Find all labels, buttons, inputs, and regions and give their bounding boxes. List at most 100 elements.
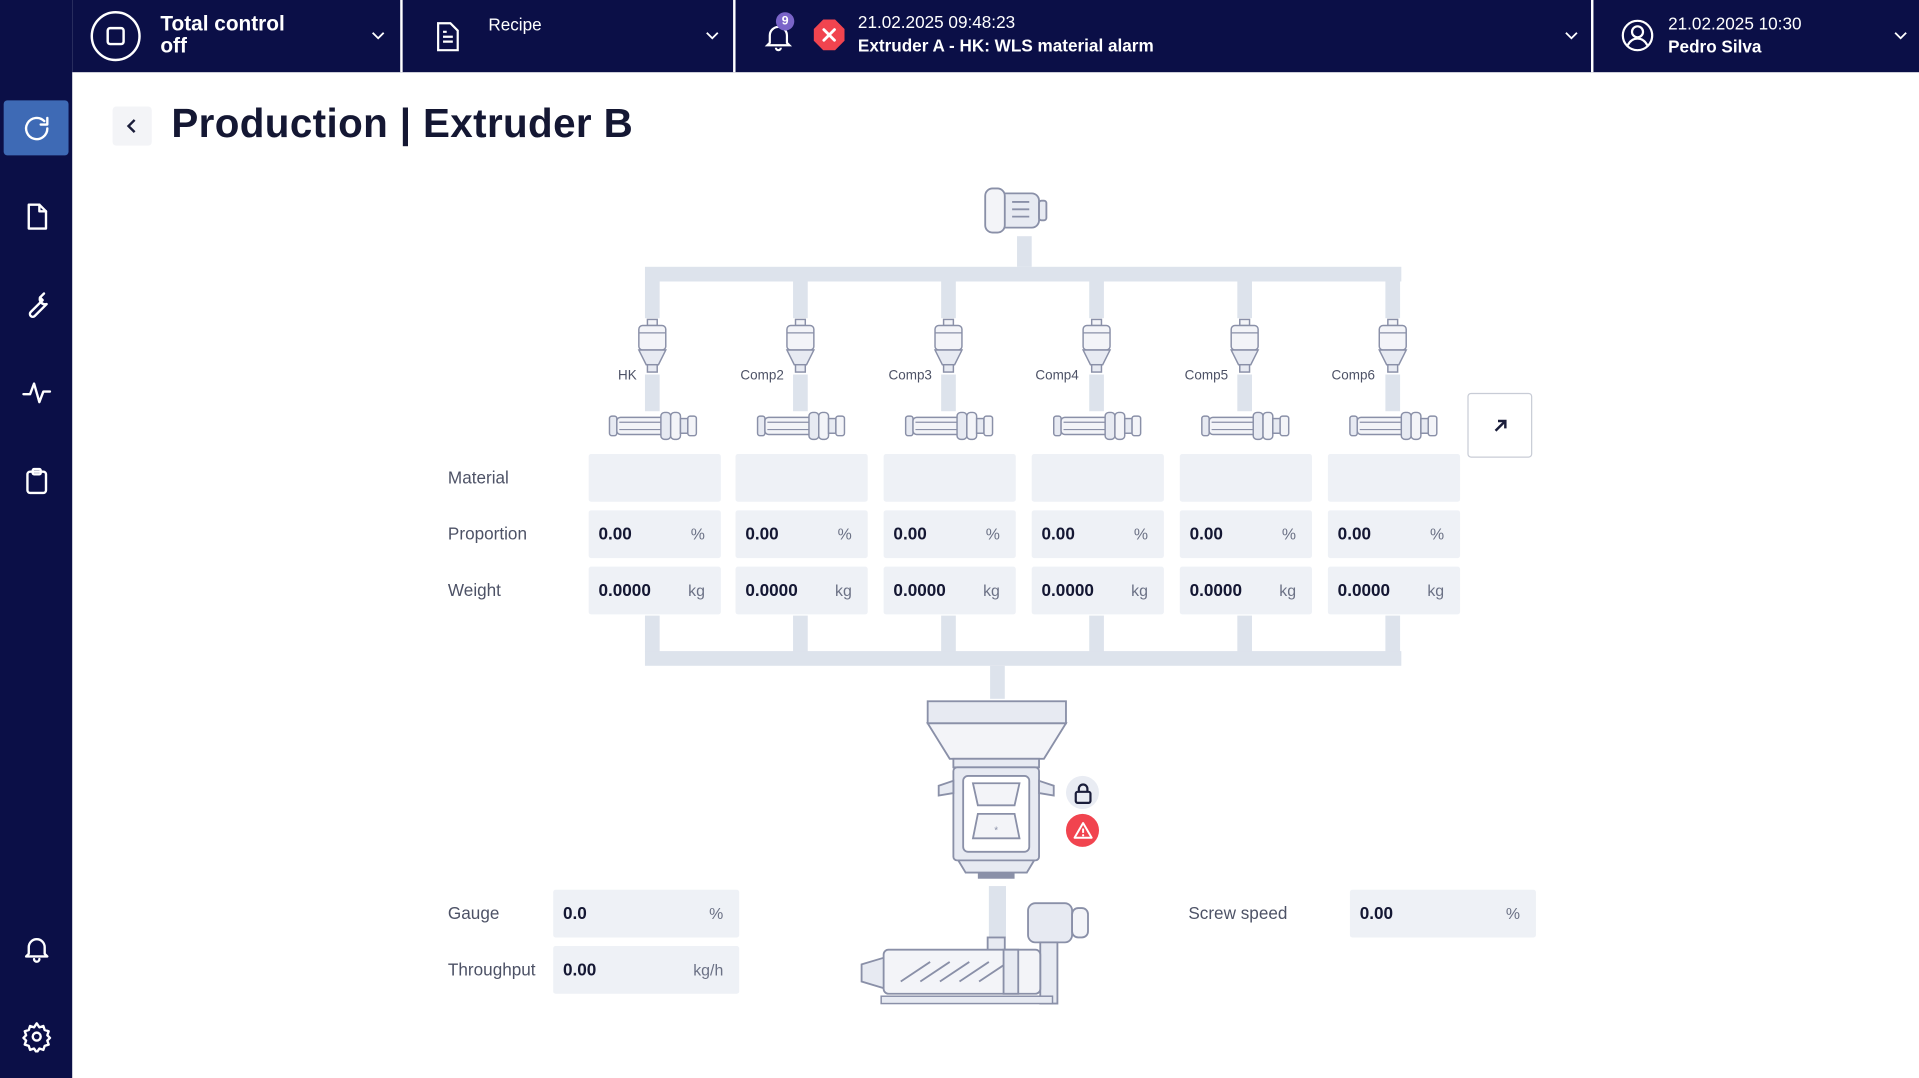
weight-value: 0.0000 — [1337, 580, 1391, 600]
current-time: 21.02.2025 10:30 — [1668, 13, 1802, 34]
back-button[interactable] — [112, 106, 152, 146]
weight-value: 0.0000 — [745, 580, 798, 600]
open-detail-button[interactable] — [1467, 392, 1533, 458]
lock-button[interactable] — [1065, 775, 1100, 809]
material-hopper-icon — [637, 318, 667, 373]
top-bar: Total control off Recipe 9 21.02.2025 09… — [72, 0, 1919, 73]
weight-unit: kg — [1427, 581, 1445, 600]
dosing-screw-icon — [1201, 411, 1290, 441]
pipe-segment — [1237, 281, 1252, 319]
proportion-field[interactable]: 0.00% — [588, 510, 721, 559]
warning-button[interactable] — [1065, 813, 1100, 847]
proportion-field[interactable]: 0.00% — [1327, 510, 1461, 559]
warning-triangle-icon — [1072, 822, 1093, 839]
alarm-error-icon — [813, 19, 845, 51]
proportion-field[interactable]: 0.00% — [1179, 510, 1312, 559]
proportion-unit: % — [1133, 525, 1148, 544]
sidebar-item-notifications[interactable] — [4, 920, 69, 975]
component-label: Comp4 — [1035, 368, 1079, 384]
weight-unit: kg — [688, 581, 705, 600]
throughput-field[interactable]: 0.00 kg/h — [553, 946, 740, 994]
material-field[interactable] — [588, 454, 721, 502]
sidebar-item-settings[interactable] — [4, 1008, 69, 1063]
weight-unit: kg — [834, 581, 852, 600]
proportion-unit: % — [1429, 525, 1445, 544]
proportion-field[interactable]: 0.00% — [735, 510, 868, 559]
bell-icon — [24, 937, 48, 963]
weight-field[interactable]: 0.0000 kg — [588, 566, 721, 615]
material-field[interactable] — [1031, 454, 1164, 502]
proportion-value: 0.00 — [1041, 523, 1075, 544]
weight-value: 0.0000 — [1189, 580, 1242, 600]
svg-text:*: * — [994, 825, 998, 836]
sidebar-item-activity[interactable] — [4, 365, 69, 420]
weight-field[interactable]: 0.0000 kg — [735, 566, 868, 615]
pipe-segment — [1089, 374, 1104, 412]
dosing-screw-icon — [608, 411, 698, 441]
weight-field[interactable]: 0.0000 kg — [1031, 566, 1164, 615]
alarm-timestamp: 21.02.2025 09:48:23 — [857, 12, 1016, 32]
recipe-label: Recipe — [488, 14, 542, 35]
proportion-value: 0.00 — [745, 523, 779, 544]
weight-field[interactable]: 0.0000 kg — [1179, 566, 1312, 615]
gauge-field[interactable]: 0.0 % — [553, 889, 740, 938]
proportion-unit: % — [985, 525, 1000, 544]
sidebar-item-production[interactable] — [3, 100, 69, 156]
component-label: Comp6 — [1331, 368, 1375, 384]
total-control-dropdown[interactable]: Total control off — [72, 0, 400, 72]
total-control-label: Total control off — [160, 12, 285, 58]
recipe-document-icon — [437, 22, 459, 52]
material-field[interactable] — [1179, 454, 1312, 502]
screw-speed-value: 0.00 — [1359, 903, 1394, 923]
gauge-label: Gauge — [447, 903, 500, 923]
pipe-segment — [644, 281, 660, 319]
refresh-icon — [24, 116, 48, 140]
dosing-screw-icon — [1349, 411, 1438, 441]
material-hopper-icon — [1230, 318, 1260, 373]
activity-icon — [21, 381, 51, 403]
pipe-segment — [1237, 374, 1252, 412]
distribution-pipe-top — [644, 266, 1402, 282]
chevron-down-icon — [1894, 32, 1907, 40]
proportion-field[interactable]: 0.00% — [1031, 510, 1164, 559]
pipe-segment — [793, 374, 808, 412]
clipboard-icon — [25, 467, 47, 494]
weight-unit: kg — [983, 581, 1000, 600]
alarm-dropdown[interactable]: 9 21.02.2025 09:48:23 Extruder A - HK: W… — [733, 0, 1591, 73]
main-motor-icon — [984, 187, 1048, 234]
pipe-segment — [1017, 236, 1032, 267]
material-hopper-icon — [1081, 318, 1112, 373]
document-icon — [26, 202, 47, 230]
weight-row-label: Weight — [447, 580, 501, 600]
chevron-down-icon — [372, 32, 385, 40]
component-label: Comp2 — [740, 368, 784, 384]
recipe-dropdown[interactable]: Recipe — [400, 0, 733, 73]
weight-field[interactable]: 0.0000 kg — [883, 566, 1016, 615]
proportion-field[interactable]: 0.00% — [883, 510, 1016, 559]
pipe-segment — [941, 615, 956, 653]
dosing-screw-icon — [1053, 411, 1142, 441]
material-field[interactable] — [1327, 454, 1461, 502]
sidebar-item-tools[interactable] — [4, 277, 69, 332]
sidebar-item-clipboard[interactable] — [4, 453, 69, 508]
pipe-segment — [1385, 615, 1401, 653]
proportion-unit: % — [1281, 525, 1297, 544]
pipe-segment — [1237, 615, 1252, 653]
sidebar-item-documents[interactable] — [4, 188, 69, 243]
material-field[interactable] — [735, 454, 868, 502]
proportion-value: 0.00 — [1337, 523, 1372, 544]
dosing-screw-icon — [756, 411, 846, 441]
user-dropdown[interactable]: 21.02.2025 10:30 Pedro Silva — [1591, 0, 1919, 73]
collection-pipe-bottom — [644, 651, 1402, 666]
material-hopper-icon — [933, 318, 964, 373]
proportion-unit: % — [690, 525, 705, 544]
proportion-row-label: Proportion — [447, 523, 527, 544]
material-hopper-icon — [1378, 318, 1408, 373]
user-avatar-icon — [1621, 19, 1654, 52]
screw-speed-field[interactable]: 0.00 % — [1349, 889, 1536, 938]
weight-field[interactable]: 0.0000 kg — [1327, 566, 1461, 615]
material-field[interactable] — [883, 454, 1016, 502]
proportion-value: 0.00 — [598, 523, 632, 544]
material-hopper-icon — [785, 318, 816, 373]
dosing-screw-icon — [904, 411, 994, 441]
